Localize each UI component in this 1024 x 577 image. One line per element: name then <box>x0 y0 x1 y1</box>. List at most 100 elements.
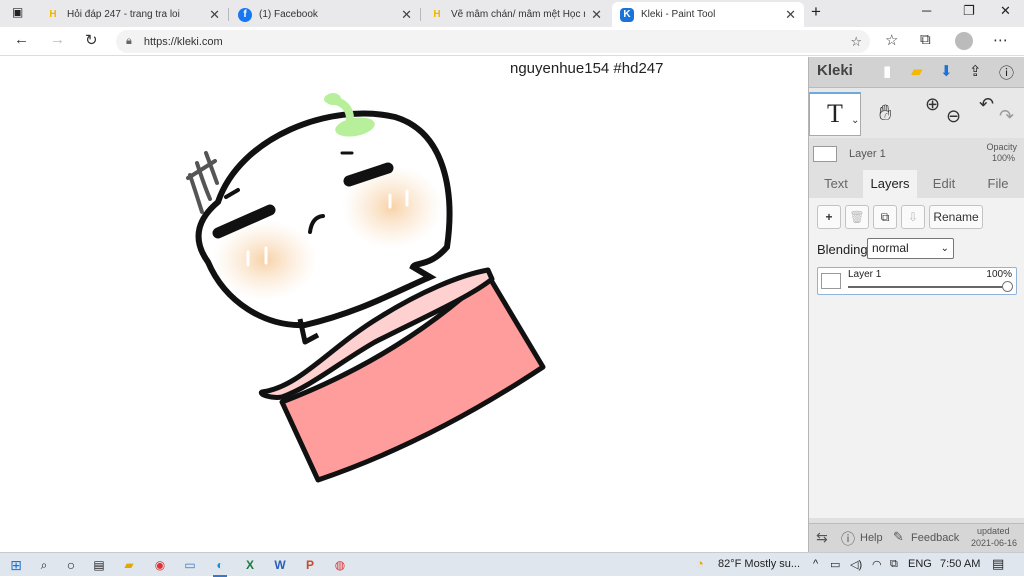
lock-icon[interactable]: 🔒︎ <box>126 35 132 48</box>
weather-text[interactable]: 82°F Mostly su... <box>718 558 800 570</box>
favorites-icon[interactable]: ☆ <box>885 31 898 49</box>
chrome-like-icon[interactable]: ◉ <box>151 556 169 574</box>
refresh-icon[interactable]: ↻ <box>85 31 98 49</box>
wifi-icon[interactable]: ◠ <box>872 558 882 571</box>
tab-hoidap[interactable]: H Hỏi đáp 247 - trang tra loi ✕ <box>38 2 228 27</box>
share-icon[interactable]: ⇪ <box>969 62 982 80</box>
close-icon[interactable]: ✕ <box>209 7 220 23</box>
chrome-icon[interactable]: ◍ <box>331 556 349 574</box>
profile-avatar[interactable] <box>955 32 973 50</box>
kleki-logo: Kleki <box>817 62 853 79</box>
powerpoint-icon[interactable]: P <box>301 556 319 574</box>
edge-icon[interactable]: ◐ <box>211 556 229 577</box>
address-bar[interactable]: 🔒︎ https://kleki.com ☆ <box>116 30 870 53</box>
desktop-icon[interactable]: ▭ <box>181 556 199 574</box>
new-image-icon[interactable]: ▮ <box>883 62 891 80</box>
kleki-header: Kleki ▮ ▰ ⬇ ⇪ ⓘ <box>809 57 1024 88</box>
cortana-icon[interactable]: ○ <box>62 556 80 574</box>
drawing-canvas[interactable]: nguyenhue154 #hd247 <box>0 57 807 552</box>
updated-date: 2021-06-16 <box>971 538 1018 548</box>
clock[interactable]: 7:50 AM <box>940 558 980 570</box>
back-icon[interactable]: ← <box>14 31 29 48</box>
swap-sides-icon[interactable]: ⇆ <box>816 529 828 546</box>
download-icon[interactable]: ⬇ <box>940 62 953 80</box>
close-icon[interactable]: ✕ <box>401 7 412 23</box>
tab-title: Hỏi đáp 247 - trang tra loi <box>67 9 180 20</box>
tab-text[interactable]: Text <box>809 170 863 198</box>
restore-icon[interactable]: ❐ <box>963 3 975 19</box>
open-folder-icon[interactable]: ▰ <box>911 62 923 80</box>
layer-row[interactable]: Layer 1 100% <box>817 267 1017 295</box>
close-icon[interactable]: ✕ <box>591 7 602 23</box>
delete-layer-button[interactable]: 🗑 <box>845 205 869 229</box>
add-layer-button[interactable]: + <box>817 205 841 229</box>
layer-name: Layer 1 <box>848 269 882 280</box>
blending-value: normal <box>872 241 909 255</box>
volume-icon[interactable]: ◁) <box>850 558 862 571</box>
add-favorite-icon[interactable]: ☆ <box>850 34 862 50</box>
layer-opacity: 100% <box>986 269 1012 280</box>
task-view-icon[interactable]: ▤ <box>90 556 108 574</box>
facebook-icon: f <box>238 7 252 22</box>
tab-ve-mam-chan[interactable]: H Vẽ mâm chán/ mâm mệt Học nh ✕ <box>422 2 610 27</box>
word-icon[interactable]: W <box>271 556 289 574</box>
tool-label: T <box>827 99 843 128</box>
rename-layer-button[interactable]: Rename <box>929 205 983 229</box>
panel-tabs: Text Layers Edit File <box>809 170 1024 198</box>
help-icon[interactable]: ⓘ <box>999 62 1014 83</box>
tool-row: T ⌄ ✋︎ ⊕ ⊖ ↶ ↷ <box>809 88 1024 138</box>
more-menu-icon[interactable]: ⋯ <box>993 31 1008 49</box>
zoom-in-icon[interactable]: ⊕ <box>925 94 940 115</box>
chevron-down-icon[interactable]: ⌄ <box>851 115 859 126</box>
ime-icon[interactable]: ⧉ <box>890 558 898 571</box>
opacity-value: 100% <box>991 153 1015 163</box>
forward-icon[interactable]: → <box>50 31 65 48</box>
text-tool-button[interactable]: T <box>809 92 861 136</box>
minimize-icon[interactable]: ─ <box>922 3 931 18</box>
windows-taskbar: ⊞ ⌕ ○ ▤ ▰ ◉ ▭ ◐ X W P ◍ ◔ 82°F Mostly su… <box>0 552 1024 577</box>
tab-divider <box>420 8 421 21</box>
redo-icon[interactable]: ↷ <box>999 106 1014 127</box>
browser-tab-strip: ▣ H Hỏi đáp 247 - trang tra loi ✕ f (1) … <box>0 0 1024 27</box>
help-circle-icon[interactable]: ⓘ <box>841 529 855 549</box>
tab-kleki[interactable]: K Kleki - Paint Tool ✕ <box>612 2 804 27</box>
hoidap-icon: H <box>49 9 57 20</box>
duplicate-layer-button[interactable]: ⧉ <box>873 205 897 229</box>
layer-thumbnail <box>813 146 837 162</box>
layers-panel: + 🗑 ⧉ ⇩ Rename Blending normal ⌄ Layer 1… <box>809 198 1024 518</box>
collections-icon[interactable]: ⧉ <box>920 31 931 48</box>
close-icon[interactable]: ✕ <box>785 7 796 23</box>
merge-layer-button[interactable]: ⇩ <box>901 205 925 229</box>
battery-icon[interactable]: ▭ <box>830 558 840 571</box>
zoom-out-icon[interactable]: ⊖ <box>946 106 961 127</box>
blending-select[interactable]: normal ⌄ <box>867 238 954 259</box>
chevron-down-icon: ⌄ <box>940 243 949 254</box>
close-window-icon[interactable]: ✕ <box>1000 3 1011 19</box>
notifications-icon[interactable]: ▤ <box>992 556 1004 572</box>
new-tab-button[interactable]: + <box>811 2 821 22</box>
search-icon[interactable]: ⌕ <box>35 556 53 574</box>
excel-icon[interactable]: X <box>241 556 259 574</box>
tab-layers[interactable]: Layers <box>863 170 917 198</box>
tab-title: (1) Facebook <box>259 9 318 20</box>
help-link[interactable]: Help <box>860 532 883 544</box>
url-text[interactable]: https://kleki.com <box>144 36 223 48</box>
file-explorer-icon[interactable]: ▰ <box>120 556 138 574</box>
tab-file[interactable]: File <box>971 170 1024 198</box>
hand-icon[interactable]: ✋︎ <box>879 100 892 126</box>
tab-actions-icon[interactable]: ▣ <box>12 5 23 19</box>
tab-edit[interactable]: Edit <box>917 170 971 198</box>
start-icon[interactable]: ⊞ <box>7 556 25 574</box>
updated-label: updated <box>977 526 1010 536</box>
feedback-link[interactable]: Feedback <box>911 532 959 544</box>
layer-opacity-slider-handle[interactable] <box>1002 281 1013 292</box>
undo-icon[interactable]: ↶ <box>979 94 994 115</box>
tab-title: Kleki - Paint Tool <box>641 9 716 20</box>
chevron-up-icon[interactable]: ^ <box>813 558 818 570</box>
layer-opacity-track[interactable] <box>848 286 1008 288</box>
drawing-artwork <box>186 93 546 483</box>
language-indicator[interactable]: ENG <box>908 558 932 570</box>
tab-facebook[interactable]: f (1) Facebook ✕ <box>230 2 420 27</box>
feedback-icon[interactable]: ✎ <box>893 529 904 545</box>
weather-icon[interactable]: ◔ <box>696 556 704 571</box>
